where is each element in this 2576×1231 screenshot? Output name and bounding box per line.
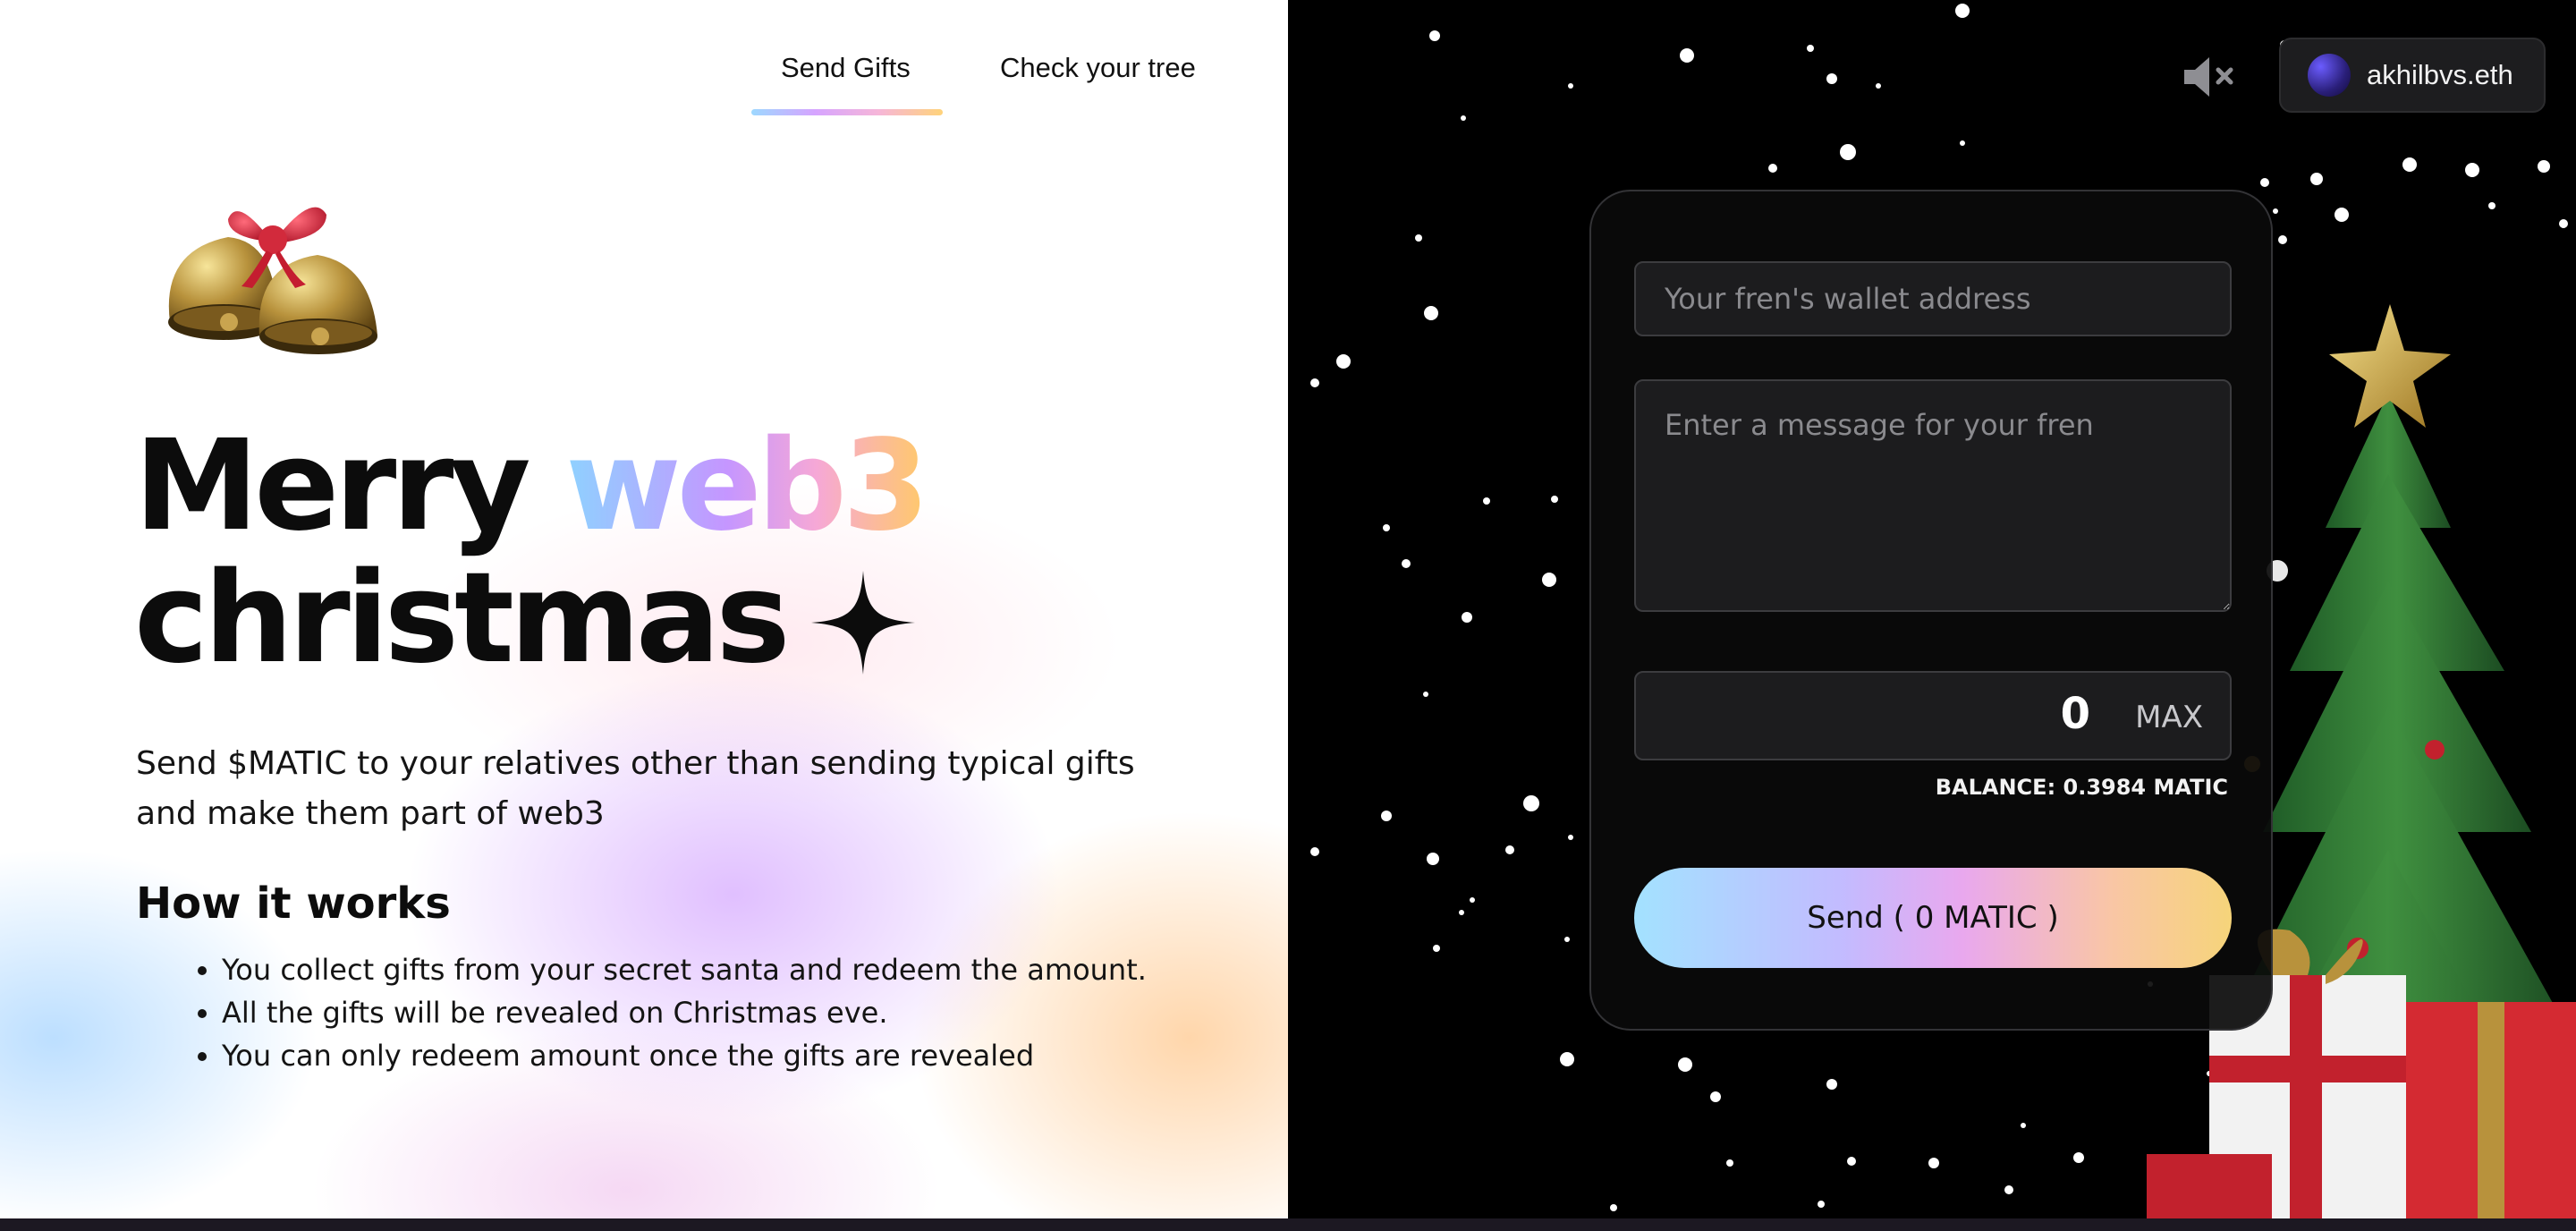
- christmas-bells-icon: [168, 207, 377, 354]
- right-panel: akhilbvs.eth 0 MAX BALANCE: 0.3984 MATIC…: [1288, 0, 2576, 1218]
- wallet-name: akhilbvs.eth: [2367, 59, 2513, 90]
- tab-send-gifts[interactable]: Send Gifts: [781, 52, 911, 84]
- message-textarea[interactable]: [1634, 379, 2232, 612]
- headline-christmas: christmas: [134, 546, 791, 692]
- left-panel: Send Gifts Check your tree Merry web3 ch…: [0, 0, 1288, 1218]
- top-nav: Send Gifts Check your tree: [0, 52, 1288, 123]
- list-item: You collect gifts from your secret santa…: [222, 948, 1288, 991]
- amount-field[interactable]: 0 MAX: [1634, 671, 2232, 760]
- balance-text: BALANCE: 0.3984 MATIC: [1935, 775, 2228, 800]
- window-bottom-edge: [0, 1218, 2576, 1231]
- speaker-muted-icon[interactable]: [2181, 52, 2236, 102]
- hero-subtitle: Send $MATIC to your relatives other than…: [136, 745, 1135, 832]
- active-tab-indicator: [751, 109, 943, 115]
- max-button[interactable]: MAX: [2135, 700, 2203, 735]
- list-item: All the gifts will be revealed on Christ…: [222, 991, 1288, 1034]
- wallet-account-button[interactable]: akhilbvs.eth: [2279, 38, 2546, 113]
- tab-check-your-tree[interactable]: Check your tree: [1000, 52, 1196, 84]
- sparkle-icon: [811, 571, 915, 675]
- amount-value[interactable]: 0: [2061, 689, 2090, 739]
- headline-merry: Merry: [134, 413, 566, 559]
- hero-headline: Merry web3 christmas: [134, 420, 929, 685]
- how-it-works-list: You collect gifts from your secret santa…: [179, 948, 1288, 1077]
- headline-web3: web3: [565, 413, 929, 559]
- send-gift-form: 0 MAX BALANCE: 0.3984 MATIC Send ( 0 MAT…: [1589, 190, 2273, 1031]
- avatar: [2308, 54, 2351, 97]
- send-button[interactable]: Send ( 0 MATIC ): [1634, 868, 2232, 968]
- list-item: You can only redeem amount once the gift…: [222, 1034, 1288, 1077]
- wallet-address-input[interactable]: [1634, 261, 2232, 336]
- how-it-works-heading: How it works: [136, 879, 451, 929]
